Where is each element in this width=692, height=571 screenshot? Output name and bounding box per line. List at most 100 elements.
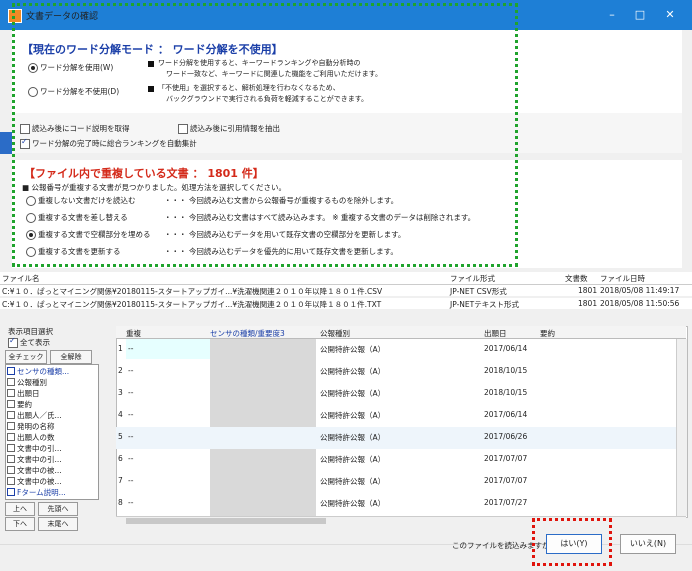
file-name-header: ファイル名: [2, 274, 40, 283]
grid-header-dup[interactable]: 重複: [126, 328, 141, 339]
grid-header-sensor[interactable]: センサの種類/重要度3: [210, 328, 285, 339]
file-table-header: [0, 272, 692, 285]
file-format-header: ファイル形式: [450, 274, 495, 283]
vertical-scrollbar[interactable]: [676, 339, 687, 516]
display-items-container: センサの種類... 公報種別 出願日 要約 出願人／氏... 発明の名称 出願人…: [7, 366, 87, 498]
grid-header-type[interactable]: 公報種別: [320, 328, 350, 339]
clear-all-button[interactable]: 全解除: [50, 350, 92, 364]
list-item[interactable]: 公報種別: [7, 377, 87, 388]
list-item[interactable]: 発明の名称: [7, 421, 87, 432]
list-item-label: センサの種類...: [17, 367, 70, 376]
list-item[interactable]: Fターム説明...: [7, 487, 87, 498]
row-number: 3: [118, 388, 123, 397]
row-type: 公開特許公報（A）: [320, 499, 386, 508]
file-name: C:¥１０．ぱっとマイニング関係¥20180115-スタートアップガイ...¥洗…: [2, 287, 383, 296]
list-item-label: 文書中の被...: [17, 466, 62, 475]
list-item[interactable]: 要約: [7, 399, 87, 410]
row-date: 2018/10/15: [484, 388, 528, 397]
row-number: 2: [118, 366, 123, 375]
item-checkbox[interactable]: [7, 389, 15, 397]
row-dup: --: [128, 388, 134, 397]
list-item-label: 要約: [17, 400, 32, 409]
table-row[interactable]: 6 -- 公開特許公報（A） 2017/07/07: [116, 449, 676, 471]
show-all-checkbox[interactable]: [8, 336, 18, 348]
table-row[interactable]: 2 -- 公開特許公報（A） 2018/10/15: [116, 361, 676, 383]
row-date: 2017/06/14: [484, 410, 528, 419]
row-dup: --: [128, 366, 134, 375]
red-highlight-frame: [532, 518, 612, 566]
list-item-label: 出願日: [17, 389, 40, 398]
row-type: 公開特許公報（A）: [320, 477, 386, 486]
list-item-label: 出願人の数: [17, 433, 55, 442]
list-item[interactable]: 文書中の引...: [7, 454, 87, 465]
row-date: 2017/07/07: [484, 454, 528, 463]
row-type: 公開特許公報（A）: [320, 433, 386, 442]
green-highlight-frame: [12, 3, 518, 267]
list-item[interactable]: 文書中の被...: [7, 476, 87, 487]
list-item[interactable]: 文書中の被...: [7, 465, 87, 476]
minimize-button[interactable]: –: [602, 8, 622, 22]
file-datetime: 2018/05/08 11:50:56: [600, 299, 680, 308]
move-bottom-button[interactable]: 末尾へ: [38, 517, 78, 531]
list-item[interactable]: 出願人の数: [7, 432, 87, 443]
row-dup: --: [128, 410, 134, 419]
row-type: 公開特許公報（A）: [320, 345, 386, 354]
background-tab: [0, 132, 12, 154]
file-count: 1801: [578, 299, 598, 308]
row-date: 2017/07/07: [484, 476, 528, 485]
item-checkbox[interactable]: [7, 433, 15, 441]
table-row[interactable]: 1 -- 公開特許公報（A） 2017/06/14: [116, 339, 676, 361]
row-type: 公開特許公報（A）: [320, 411, 386, 420]
move-down-button[interactable]: 下へ: [5, 517, 35, 531]
row-number: 1: [118, 344, 123, 353]
check-all-button[interactable]: 全チェック: [5, 350, 47, 364]
file-format: JP-NET CSV形式: [450, 287, 507, 296]
row-number: 7: [118, 476, 123, 485]
file-count: 1801: [578, 286, 598, 295]
no-button[interactable]: いいえ(N): [620, 534, 676, 554]
table-row[interactable]: 7 -- 公開特許公報（A） 2017/07/07: [116, 471, 676, 493]
list-item-label: 文書中の被...: [17, 477, 62, 486]
list-item[interactable]: センサの種類...: [7, 366, 87, 377]
row-type: 公開特許公報（A）: [320, 389, 386, 398]
item-checkbox[interactable]: [7, 488, 15, 496]
list-item-label: 文書中の引...: [17, 444, 62, 453]
row-type: 公開特許公報（A）: [320, 367, 386, 376]
list-item[interactable]: 出願人／氏...: [7, 410, 87, 421]
table-row[interactable]: 8 -- 公開特許公報（A） 2017/07/27: [116, 493, 676, 515]
row-dup: --: [128, 432, 134, 441]
table-row[interactable]: 3 -- 公開特許公報（A） 2018/10/15: [116, 383, 676, 405]
table-row[interactable]: 4 -- 公開特許公報（A） 2017/06/14: [116, 405, 676, 427]
scrollbar-thumb[interactable]: [126, 518, 326, 524]
row-number: 8: [118, 498, 123, 507]
item-checkbox[interactable]: [7, 411, 15, 419]
item-checkbox[interactable]: [7, 444, 15, 452]
file-count-header: 文書数: [565, 274, 588, 283]
row-dup: --: [128, 454, 134, 463]
row-date: 2017/06/26: [484, 432, 528, 441]
item-checkbox[interactable]: [7, 455, 15, 463]
item-checkbox[interactable]: [7, 422, 15, 430]
item-checkbox[interactable]: [7, 466, 15, 474]
grid-header-summary[interactable]: 要約: [540, 328, 555, 339]
item-checkbox[interactable]: [7, 400, 15, 408]
table-row[interactable]: 5 -- 公開特許公報（A） 2017/06/26: [116, 427, 676, 449]
grid-header-date[interactable]: 出願日: [484, 328, 507, 339]
grid-rows: 1 -- 公開特許公報（A） 2017/06/14 2 -- 公開特許公報（A） 2018/…: [116, 339, 676, 515]
row-dup: --: [128, 498, 134, 507]
file-name: C:¥１０．ぱっとマイニング関係¥20180115-スタートアップガイ...¥洗…: [2, 300, 382, 309]
row-number: 5: [118, 432, 123, 441]
maximize-button[interactable]: □: [630, 8, 650, 22]
item-checkbox[interactable]: [7, 378, 15, 386]
row-type: 公開特許公報（A）: [320, 455, 386, 464]
list-item[interactable]: 文書中の引...: [7, 443, 87, 454]
grid-header: [116, 326, 686, 339]
move-up-button[interactable]: 上へ: [5, 502, 35, 516]
move-top-button[interactable]: 先頭へ: [38, 502, 78, 516]
item-checkbox[interactable]: [7, 367, 15, 375]
close-button[interactable]: ✕: [660, 8, 680, 22]
list-item[interactable]: 出願日: [7, 388, 87, 399]
file-datetime: 2018/05/08 11:49:17: [600, 286, 680, 295]
list-item-label: 発明の名称: [17, 422, 55, 431]
item-checkbox[interactable]: [7, 477, 15, 485]
